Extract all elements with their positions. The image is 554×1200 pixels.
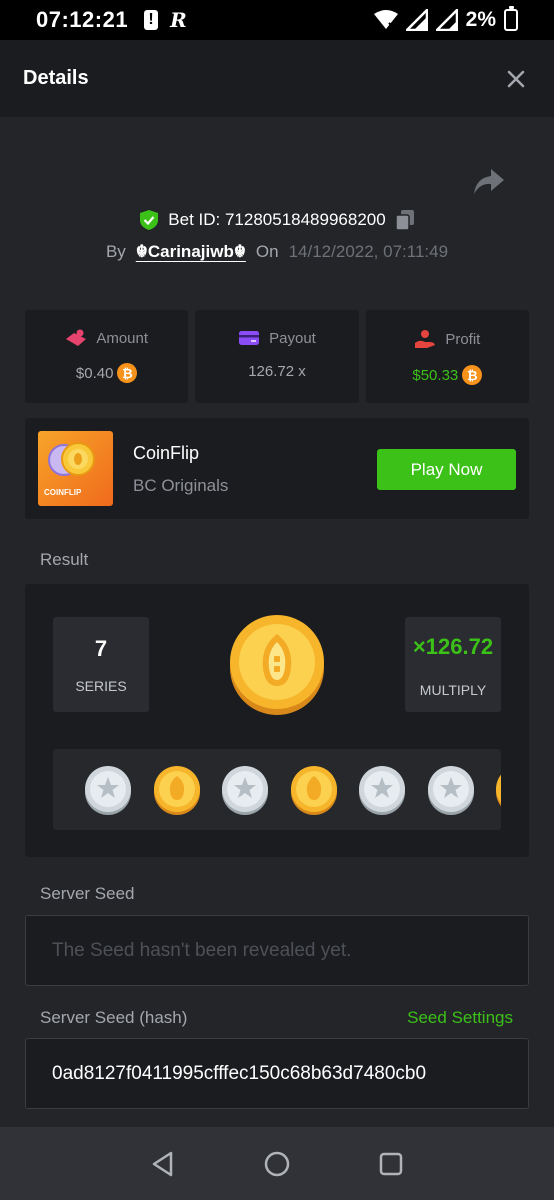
payout-label: Payout (269, 329, 316, 347)
amount-label: Amount (96, 329, 149, 347)
home-circle-icon (264, 1151, 290, 1176)
profit-card: Profit $50.33 ₿ (365, 310, 529, 403)
bet-stats: Amount $0.40 ₿ Payout 126.72 x Profit $5… (25, 310, 529, 403)
battery-icon (504, 6, 518, 31)
result-card: 7 SERIES ×126.72 MULTIPLY (25, 584, 529, 857)
alert-icon: ! (144, 10, 159, 30)
details-content: Bet ID: 712805184899682​00 By ☬Carinajiw… (0, 117, 554, 1127)
amount-value: $0.40 (75, 364, 114, 382)
signal-icon-2 (435, 9, 458, 31)
coinflip-thumbnail[interactable]: COINFLIP (38, 431, 113, 506)
user-link[interactable]: ☬Carinajiwb☬ (136, 242, 246, 262)
series-value: 7 (94, 636, 108, 661)
battery-percent: 2% (465, 8, 496, 31)
status-bar: 07:12:21 ! R 2% (0, 0, 554, 40)
silver-coin-icon (427, 766, 474, 815)
amount-icon (66, 329, 87, 346)
bitcoin-icon: ₿ (462, 365, 483, 385)
game-name: CoinFlip (133, 443, 200, 463)
page-title: Details (23, 67, 89, 89)
bet-author-row: By ☬Carinajiwb☬ On 14/12/2022, 07:11:49 (0, 242, 554, 262)
recents-square-icon (379, 1152, 403, 1175)
multiply-box: ×126.72 MULTIPLY (405, 617, 501, 712)
server-seed-field[interactable]: The Seed hasn't been revealed yet. (25, 915, 529, 986)
profit-value: $50.33 (412, 366, 459, 384)
on-label: On (255, 242, 279, 261)
server-seed-hash-label: Server Seed (hash) (40, 1008, 188, 1027)
seed-settings-link[interactable]: Seed Settings (407, 1008, 513, 1028)
game-provider: BC Originals (133, 476, 229, 495)
profit-icon (415, 330, 436, 348)
amount-card: Amount $0.40 ₿ (25, 310, 189, 403)
close-icon (507, 70, 525, 87)
server-seed-placeholder: The Seed hasn't been revealed yet. (52, 939, 352, 961)
gold-coin-icon (496, 774, 501, 807)
silver-coin-icon (85, 766, 131, 815)
coin-stack-icon (48, 442, 95, 476)
signal-icon (405, 9, 428, 31)
payout-icon (239, 331, 260, 345)
server-seed-hash-field[interactable]: 0ad8127f0411995cfffec150c68b63d7480cb0 (25, 1038, 529, 1109)
gold-coin-icon (153, 766, 200, 815)
bet-id-row: Bet ID: 712805184899682​00 (0, 209, 554, 231)
details-header: Details (0, 40, 554, 117)
app-r-icon: R (170, 8, 187, 32)
multiply-value: ×126.72 (412, 634, 494, 659)
coin-history (53, 749, 501, 830)
bitcoin-icon: ₿ (117, 363, 138, 383)
thumbnail-label: COINFLIP (44, 488, 82, 497)
by-label: By (105, 242, 126, 261)
server-seed-label: Server Seed (40, 884, 135, 903)
silver-coin-icon (359, 766, 405, 815)
verified-shield-icon (140, 210, 159, 230)
share-icon[interactable] (472, 167, 506, 197)
result-label: Result (40, 550, 89, 569)
system-nav-bar (0, 1127, 554, 1200)
silver-coin-icon (222, 766, 268, 815)
gold-coin-icon (230, 615, 324, 715)
home-button[interactable] (264, 1151, 290, 1177)
game-card: COINFLIP CoinFlip BC Originals Play Now (25, 418, 529, 519)
close-button[interactable] (501, 64, 531, 94)
series-box: 7 SERIES (53, 617, 149, 712)
back-triangle-icon (152, 1151, 173, 1176)
series-label: SERIES (75, 678, 127, 694)
profit-label: Profit (445, 330, 481, 348)
recents-button[interactable] (378, 1151, 404, 1177)
wifi-icon (373, 10, 398, 29)
payout-card: Payout 126.72 x (195, 310, 359, 403)
bet-id: Bet ID: 712805184899682​00 (168, 210, 386, 229)
payout-value: 126.72 x (248, 363, 306, 380)
gold-coin-icon (290, 766, 337, 815)
bet-datetime: 14/12/2022, 07:11:49 (288, 242, 449, 261)
play-now-button[interactable]: Play Now (377, 449, 516, 490)
back-button[interactable] (150, 1151, 176, 1177)
copy-icon[interactable] (394, 209, 415, 231)
status-time: 07:12:21 (36, 7, 129, 32)
multiply-label: MULTIPLY (419, 682, 487, 698)
server-seed-hash-value: 0ad8127f0411995cfffec150c68b63d7480cb0 (52, 1062, 427, 1084)
